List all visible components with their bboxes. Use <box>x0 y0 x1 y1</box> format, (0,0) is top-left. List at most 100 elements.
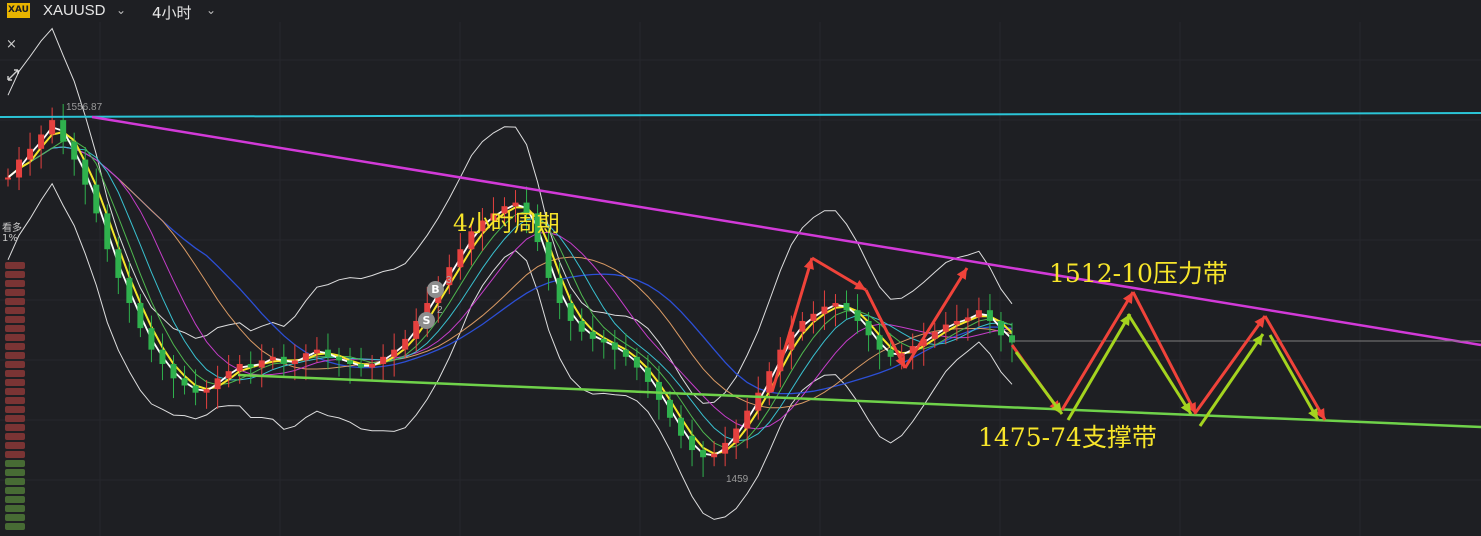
resistance-annotation: 1512-10压力带 <box>1049 259 1228 288</box>
candle-body <box>181 378 188 386</box>
candle-body <box>865 320 872 336</box>
candle-body <box>622 349 629 357</box>
sentiment-bar <box>5 307 25 314</box>
sentiment-bar <box>5 289 25 296</box>
forecast-arrow-down <box>1126 313 1193 415</box>
sell-marker[interactable]: S <box>418 312 435 329</box>
candle-body <box>38 134 45 149</box>
price-chart[interactable] <box>0 0 1481 536</box>
sentiment-bar <box>5 370 25 377</box>
sentiment-bar <box>5 415 25 422</box>
sentiment-bar <box>5 343 25 350</box>
candle-body <box>269 356 276 361</box>
sentiment-bar <box>5 451 25 458</box>
low-price-label: 1459 <box>726 474 749 485</box>
buy-count: 3 <box>446 275 452 286</box>
candle-body <box>159 349 166 364</box>
candle-body <box>644 367 651 382</box>
sentiment-bar <box>5 271 25 278</box>
high-price-label: 1556.87 <box>66 102 103 113</box>
candle-body <box>689 435 696 451</box>
sentiment-bar <box>5 361 25 368</box>
candle-body <box>666 399 673 418</box>
sentiment-bar <box>5 262 25 269</box>
sentiment-bar <box>5 523 25 530</box>
candle-body <box>313 349 320 354</box>
candle-body <box>700 450 707 458</box>
candle-body <box>755 392 762 411</box>
sentiment-bar <box>5 460 25 467</box>
sentiment-bar <box>5 334 25 341</box>
candle-body <box>744 410 751 429</box>
candle-body <box>600 338 607 343</box>
candle-body <box>997 320 1004 336</box>
candle-body <box>225 371 232 379</box>
forecast-arrow-down <box>1014 351 1064 415</box>
sentiment-bar <box>5 505 25 512</box>
candle-body <box>358 363 365 368</box>
ma-cyan-line <box>7 146 1013 442</box>
candle-body <box>347 360 354 364</box>
sentiment-bar <box>5 469 25 476</box>
candle-body <box>931 331 938 339</box>
candle-body <box>5 177 11 180</box>
sentiment-bar <box>5 478 25 485</box>
candle-body <box>60 120 67 142</box>
candle-body <box>843 303 850 311</box>
sentiment-bar <box>5 433 25 440</box>
candle-body <box>986 310 993 321</box>
candle-body <box>170 363 177 379</box>
history-arrow-down <box>864 289 907 369</box>
sentiment-bar <box>5 316 25 323</box>
candle-body <box>126 277 133 304</box>
candle-body <box>578 320 585 332</box>
horizontal-level-line <box>0 112 1481 118</box>
candle-body <box>247 363 254 368</box>
candle-body <box>391 349 398 357</box>
forecast-arrow-down <box>1268 334 1320 421</box>
resistance-trendline <box>91 115 1481 347</box>
sentiment-bar <box>5 352 25 359</box>
candle-body <box>280 356 287 364</box>
candle-body <box>810 313 817 321</box>
buy-marker[interactable]: B <box>427 281 444 298</box>
candle-body <box>148 328 155 350</box>
candle-body <box>27 148 34 160</box>
forecast-arrow-up <box>1066 313 1132 421</box>
sentiment-bar <box>5 424 25 431</box>
candle-body <box>203 389 210 393</box>
candle-body <box>192 385 199 393</box>
candle-body <box>876 335 883 350</box>
ma-blue-line <box>7 146 1013 395</box>
forecast-arrow-up <box>1198 333 1265 427</box>
candle-body <box>953 320 960 325</box>
candle-body <box>655 381 662 400</box>
candle-body <box>556 277 563 304</box>
forecast-arrow-down <box>1263 315 1327 421</box>
sentiment-bar <box>5 496 25 503</box>
candle-body <box>799 320 806 332</box>
candle-body <box>821 306 828 314</box>
candle-body <box>324 349 331 357</box>
candle-body <box>611 342 618 350</box>
candle-body <box>335 356 342 361</box>
candle-body <box>236 363 243 372</box>
support-annotation: 1475-74支撑带 <box>978 423 1157 452</box>
ma-white-line <box>7 126 1013 457</box>
candle-body <box>678 417 685 436</box>
candle-body <box>711 453 718 458</box>
candle-body <box>214 378 221 390</box>
sentiment-bar <box>5 406 25 413</box>
candle-body <box>258 360 265 368</box>
cycle-annotation: 4小时周期 <box>453 211 560 237</box>
candle-body <box>49 120 56 135</box>
candle-body <box>545 242 552 278</box>
candle-body <box>964 317 971 321</box>
candle-body <box>832 303 839 307</box>
candle-body <box>402 338 409 350</box>
sentiment-label: 看多 <box>2 223 22 234</box>
sentiment-bar <box>5 280 25 287</box>
forecast-arrow-up <box>1060 291 1135 411</box>
history-arrow-up <box>903 267 969 369</box>
candle-body <box>93 184 100 214</box>
